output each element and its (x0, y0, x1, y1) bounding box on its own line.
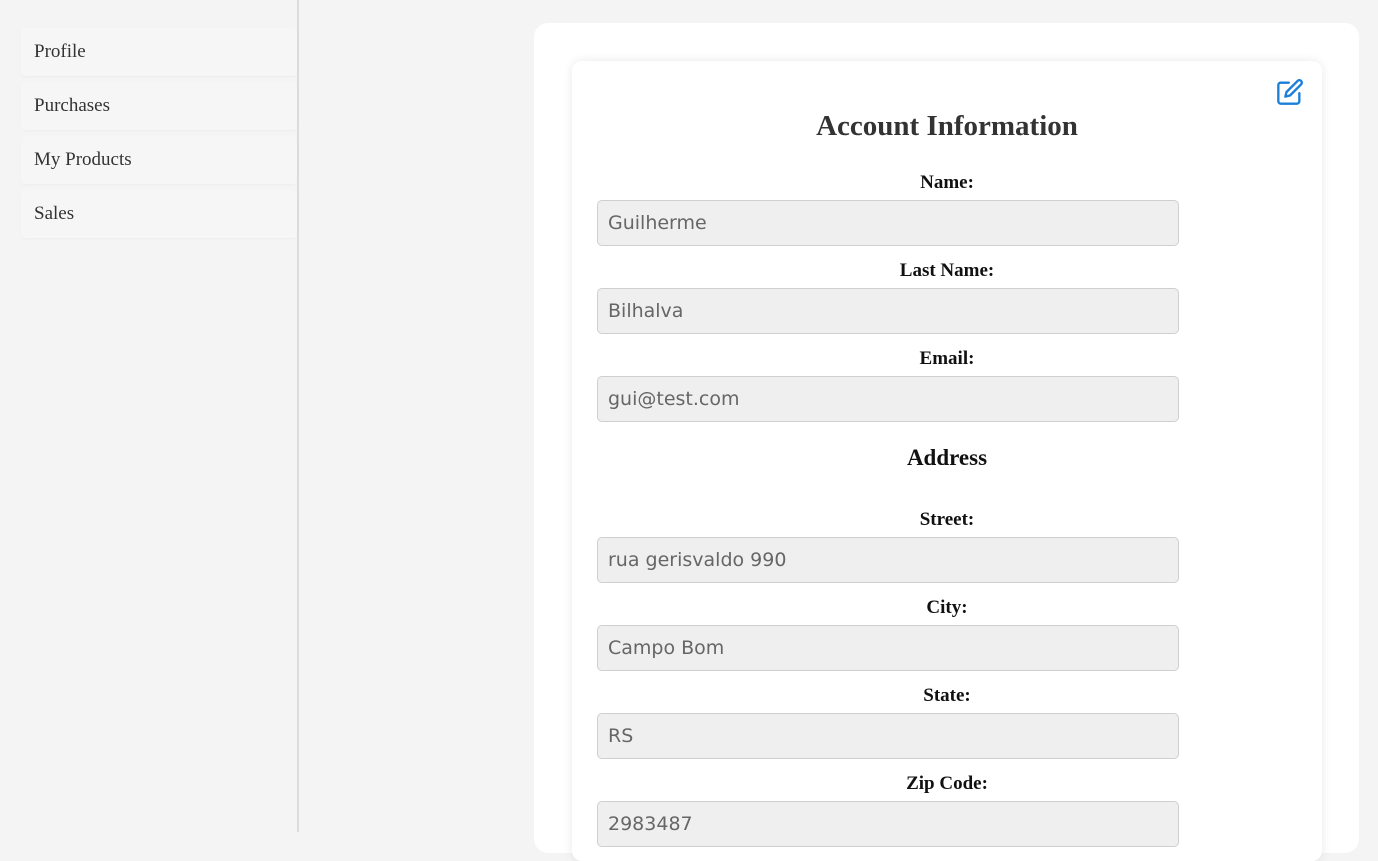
zip-label: Zip Code: (906, 773, 988, 794)
street-input[interactable] (597, 537, 1179, 583)
page-title: Account Information (816, 110, 1078, 142)
city-input[interactable] (597, 625, 1179, 671)
sidebar-item-purchases[interactable]: Purchases (21, 82, 297, 130)
city-field-group: City: (597, 597, 1297, 671)
name-input[interactable] (597, 200, 1179, 246)
name-label: Name: (920, 172, 974, 193)
state-label: State: (923, 685, 971, 706)
last-name-label: Last Name: (899, 260, 995, 281)
sidebar-item-profile[interactable]: Profile (21, 28, 297, 76)
last-name-input[interactable] (597, 288, 1179, 334)
street-field-group: Street: (597, 509, 1297, 583)
state-field-group: State: (597, 685, 1297, 759)
sidebar-nav: Profile Purchases My Products Sales (21, 28, 297, 244)
sidebar-item-my-products[interactable]: My Products (21, 136, 297, 184)
address-heading: Address (906, 445, 988, 470)
name-field-group: Name: (597, 172, 1297, 246)
zip-input[interactable] (597, 801, 1179, 847)
main-panel: Account Information Name: Last Name: Ema… (534, 23, 1359, 861)
sidebar-item-sales[interactable]: Sales (21, 190, 297, 238)
account-card: Account Information Name: Last Name: Ema… (572, 61, 1322, 861)
edit-icon[interactable] (1276, 78, 1304, 106)
email-input[interactable] (597, 376, 1179, 422)
email-field-group: Email: (597, 348, 1297, 422)
city-label: City: (926, 597, 968, 618)
state-input[interactable] (597, 713, 1179, 759)
email-label: Email: (919, 348, 975, 369)
last-name-field-group: Last Name: (597, 260, 1297, 334)
zip-field-group: Zip Code: (597, 773, 1297, 847)
sidebar: Profile Purchases My Products Sales (0, 0, 299, 832)
street-label: Street: (919, 509, 975, 530)
